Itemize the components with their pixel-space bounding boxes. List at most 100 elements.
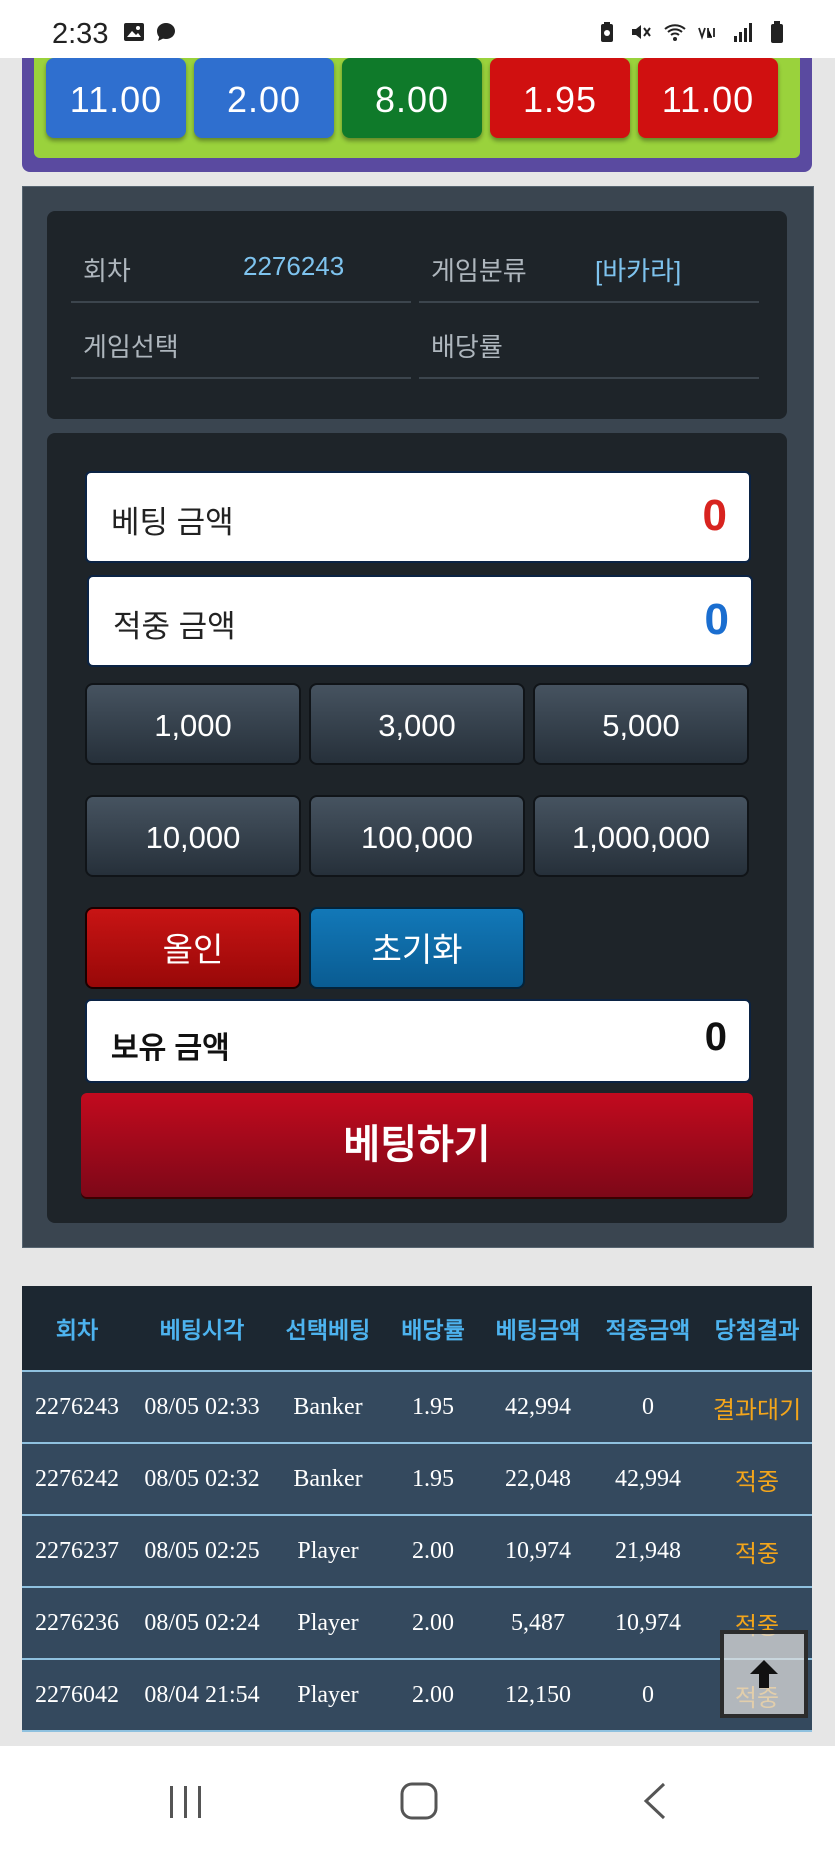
scroll-to-top-button[interactable] [720, 1630, 808, 1718]
signal-icon [734, 23, 752, 42]
chip-3000-button[interactable]: 3,000 [309, 683, 525, 765]
round-cell: 회차 2276243 [71, 227, 411, 303]
bet-amount-value: 0 [702, 491, 727, 540]
cell-win-amount: 42,994 [594, 1443, 702, 1516]
cell-bet-amount: 5,487 [482, 1587, 594, 1660]
cell-selection: Player [272, 1587, 384, 1660]
recent-apps-icon[interactable] [166, 1782, 206, 1822]
cell-result: 적중 [702, 1443, 812, 1516]
cell-odds: 1.95 [384, 1371, 482, 1444]
bet-history-table: 회차 베팅시각 선택베팅 배당률 베팅금액 적중금액 당첨결과 2276243 … [22, 1286, 812, 1732]
battery-icon [771, 21, 783, 43]
home-icon[interactable] [398, 1780, 440, 1822]
table-row[interactable]: 2276236 08/05 02:24 Player 2.00 5,487 10… [22, 1587, 812, 1660]
round-value: 2276243 [243, 251, 345, 281]
bet-panel: 회차 2276243 게임분류 [바카라] 게임선택 배당률 베팅 금액 0 적… [22, 186, 814, 1248]
header-odds: 배당률 [384, 1286, 482, 1372]
cell-bet-amount: 12,150 [482, 1659, 594, 1732]
all-in-button[interactable]: 올인 [85, 907, 301, 989]
header-result: 당첨결과 [702, 1286, 812, 1372]
win-amount-label: 적중 금액 [113, 609, 236, 644]
table-row[interactable]: 2276042 08/04 21:54 Player 2.00 12,150 0… [22, 1659, 812, 1732]
cell-round: 2276042 [22, 1659, 132, 1732]
arrow-up-icon [750, 1660, 778, 1688]
back-icon[interactable] [636, 1780, 676, 1822]
cell-odds: 1.95 [384, 1443, 482, 1516]
status-bar: 2:33 [0, 0, 835, 58]
cell-result: 결과대기 [702, 1371, 812, 1444]
cell-selection: Player [272, 1515, 384, 1588]
table-row[interactable]: 2276237 08/05 02:25 Player 2.00 10,974 2… [22, 1515, 812, 1588]
cell-win-amount: 0 [594, 1371, 702, 1444]
win-amount-value: 0 [704, 595, 729, 644]
volte-icon [698, 27, 715, 40]
bet-amount-label: 베팅 금액 [111, 505, 234, 540]
cell-bet-amount: 42,994 [482, 1371, 594, 1444]
cell-odds: 2.00 [384, 1587, 482, 1660]
mute-icon [632, 25, 651, 39]
odds-button-3[interactable]: 8.00 [342, 58, 482, 138]
reset-button[interactable]: 초기화 [309, 907, 525, 989]
category-label: 게임분류 [431, 256, 527, 286]
odds-button-1[interactable]: 11.00 [46, 58, 186, 138]
cell-result: 적중 [702, 1515, 812, 1588]
cell-bet-time: 08/05 02:33 [132, 1371, 272, 1444]
selection-label: 게임선택 [83, 332, 179, 362]
status-right-icons [595, 20, 789, 44]
chat-app-icon [157, 23, 175, 41]
cell-bet-amount: 10,974 [482, 1515, 594, 1588]
holding-amount-field: 보유 금액 0 [85, 999, 751, 1083]
odds-cell: 배당률 [419, 303, 759, 379]
odds-button-5[interactable]: 11.00 [638, 58, 778, 138]
holding-amount-label: 보유 금액 [111, 1032, 230, 1065]
chip-1000-button[interactable]: 1,000 [85, 683, 301, 765]
cell-bet-time: 08/05 02:25 [132, 1515, 272, 1588]
header-bet-amount: 베팅금액 [482, 1286, 594, 1372]
cell-win-amount: 10,974 [594, 1587, 702, 1660]
odds-label: 배당률 [431, 332, 503, 362]
cell-round: 2276242 [22, 1443, 132, 1516]
cell-odds: 2.00 [384, 1515, 482, 1588]
chip-100000-button[interactable]: 100,000 [309, 795, 525, 877]
cell-win-amount: 0 [594, 1659, 702, 1732]
selection-cell: 게임선택 [71, 303, 411, 379]
odds-button-2[interactable]: 2.00 [194, 58, 334, 138]
chip-5000-button[interactable]: 5,000 [533, 683, 749, 765]
table-row[interactable]: 2276242 08/05 02:32 Banker 1.95 22,048 4… [22, 1443, 812, 1516]
status-left-icons [122, 20, 178, 44]
cell-selection: Banker [272, 1371, 384, 1444]
gallery-icon [124, 23, 144, 41]
chip-10000-button[interactable]: 10,000 [85, 795, 301, 877]
odds-frame: 11.00 2.00 8.00 1.95 11.00 [22, 40, 812, 172]
header-round: 회차 [22, 1286, 132, 1372]
battery-saver-icon [601, 22, 613, 42]
chip-1000000-button[interactable]: 1,000,000 [533, 795, 749, 877]
header-win-amount: 적중금액 [594, 1286, 702, 1372]
cell-odds: 2.00 [384, 1659, 482, 1732]
holding-amount-value: 0 [704, 1015, 727, 1059]
win-amount-field: 적중 금액 0 [87, 575, 753, 667]
category-cell: 게임분류 [바카라] [419, 227, 759, 303]
place-bet-button[interactable]: 베팅하기 [81, 1093, 753, 1197]
category-value: [바카라] [595, 256, 682, 286]
cell-round: 2276236 [22, 1587, 132, 1660]
bet-history: 회차 베팅시각 선택베팅 배당률 베팅금액 적중금액 당첨결과 2276243 … [22, 1286, 812, 1746]
wifi-icon [664, 24, 686, 41]
round-label: 회차 [83, 256, 131, 286]
status-time: 2:33 [52, 18, 109, 50]
header-selection: 선택베팅 [272, 1286, 384, 1372]
cell-bet-time: 08/05 02:24 [132, 1587, 272, 1660]
cell-round: 2276237 [22, 1515, 132, 1588]
cell-bet-time: 08/04 21:54 [132, 1659, 272, 1732]
header-bet-time: 베팅시각 [132, 1286, 272, 1372]
table-row[interactable]: 2276243 08/05 02:33 Banker 1.95 42,994 0… [22, 1371, 812, 1444]
cell-bet-amount: 22,048 [482, 1443, 594, 1516]
bet-calculator: 베팅 금액 0 적중 금액 0 1,000 3,000 5,000 10,000… [47, 433, 787, 1223]
cell-selection: Player [272, 1659, 384, 1732]
cell-round: 2276243 [22, 1371, 132, 1444]
cell-bet-time: 08/05 02:32 [132, 1443, 272, 1516]
table-header-row: 회차 베팅시각 선택베팅 배당률 베팅금액 적중금액 당첨결과 [22, 1286, 812, 1372]
cell-win-amount: 21,948 [594, 1515, 702, 1588]
cell-selection: Banker [272, 1443, 384, 1516]
odds-button-4[interactable]: 1.95 [490, 58, 630, 138]
